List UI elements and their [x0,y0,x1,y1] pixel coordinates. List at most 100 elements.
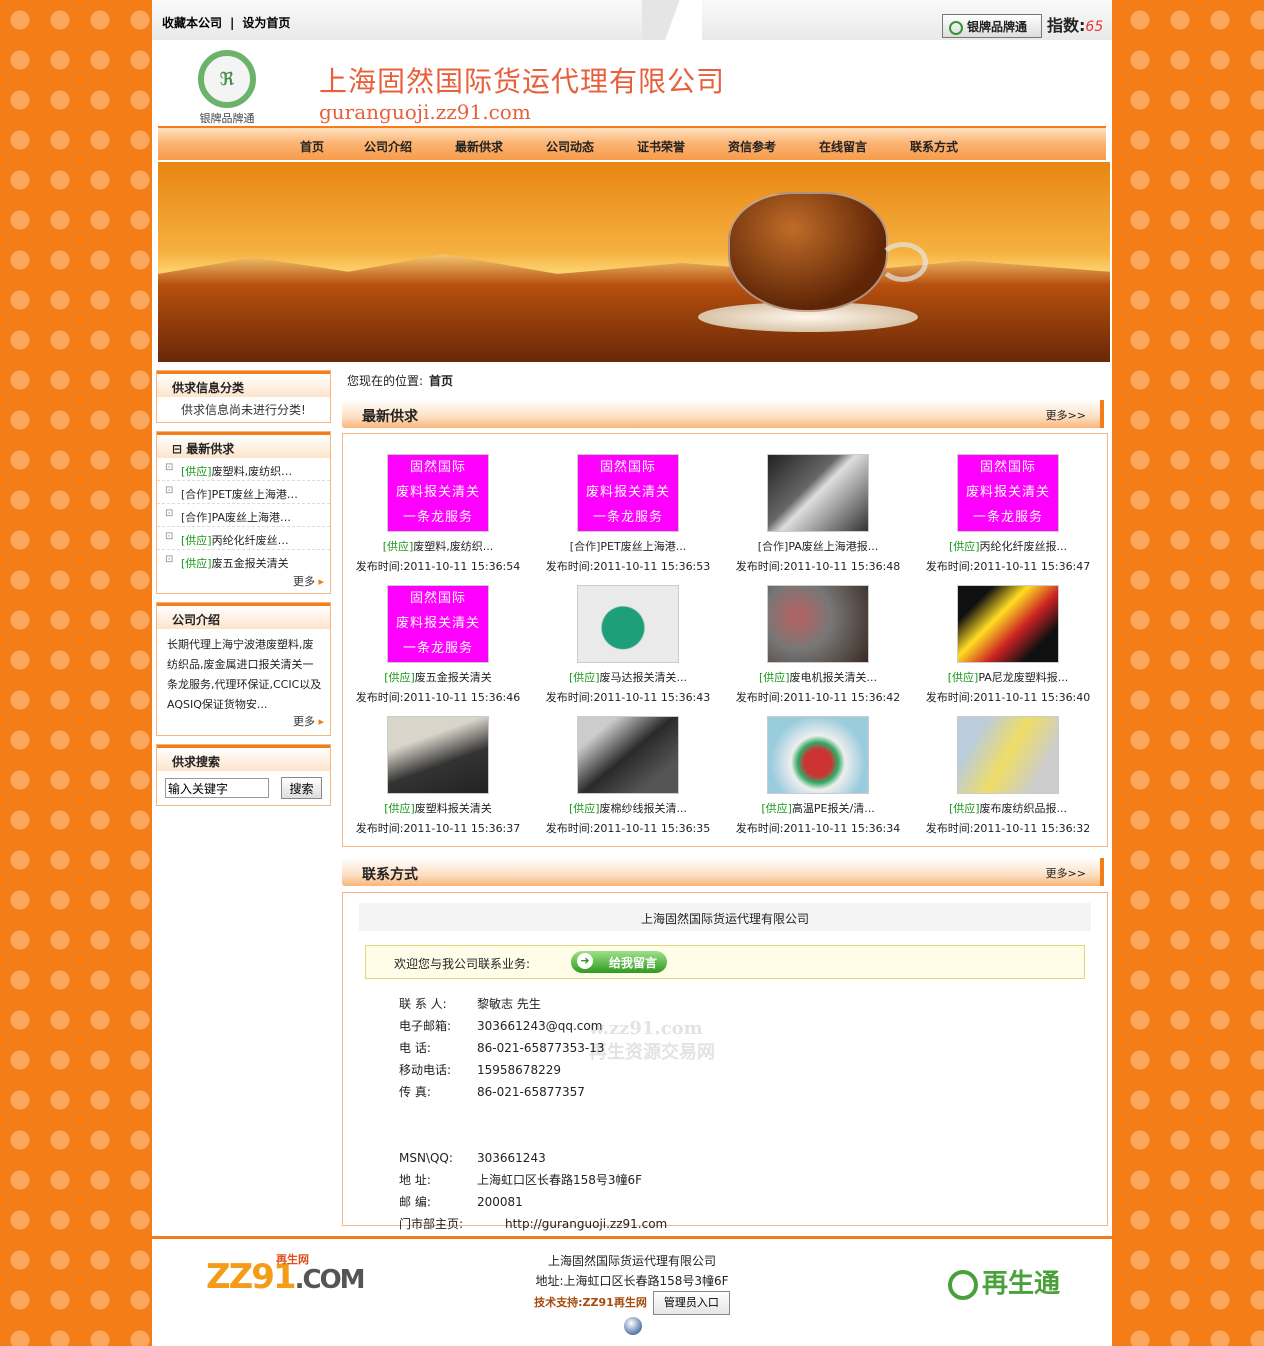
product-name[interactable]: [合作]PET废丝上海港... [533,538,723,554]
product-name[interactable]: [供应]废电机报关清关... [723,669,913,685]
intro-title: 公司介绍 [157,603,330,629]
product-thumbnail[interactable]: 固然国际 废料报关清关 一条龙服务 [957,454,1059,532]
stats-icon[interactable] [624,1317,642,1335]
contact-row: 传 真: 86-021-65877357 [399,1081,667,1103]
contact-row: 门市部主页: http://guranguoji.zz91.com [399,1213,667,1235]
latest-list: [供应]废塑料,废纺织… [合作]PET废丝上海港… [合作]PA废丝上海港… … [157,458,330,573]
product-thumbnail[interactable] [767,585,869,663]
product-name[interactable]: [供应]废塑料,废纺织... [343,538,533,554]
contact-row: 电 话: 86-021-65877353-13 [399,1037,667,1059]
product-name[interactable]: [供应]PA尼龙废塑料报... [913,669,1103,685]
index-label: 指数: [1047,16,1086,35]
admin-login-button[interactable]: 管理员入口 [652,1291,730,1315]
product-card[interactable]: 固然国际 废料报关清关 一条龙服务 [供应]废五金报关清关 发布时间:2011-10-1… [343,585,533,705]
product-name[interactable]: [供应]废马达报关清关... [533,669,723,685]
product-name[interactable]: [供应]废棉纱线报关清... [533,800,723,816]
thumbnail-text: 固然国际 [599,460,656,475]
contact-label [399,1103,477,1125]
product-card[interactable]: 固然国际 废料报关清关 一条龙服务 [供应]废塑料,废纺织... 发布时间:2011-1… [343,454,533,574]
thumbnail-text: 废料报关清关 [395,616,480,631]
section-more-link[interactable]: 更多>> [1046,865,1086,881]
product-name[interactable]: [供应]高温PE报关/清... [723,800,913,816]
product-name[interactable]: [合作]PA废丝上海港报... [723,538,913,554]
product-card[interactable]: 固然国际 废料报关清关 一条龙服务 [合作]PET废丝上海港... 发布时间:2011-… [533,454,723,574]
product-card[interactable]: [供应]PA尼龙废塑料报... 发布时间:2011-10-11 15:36:40 [913,585,1103,705]
product-thumbnail[interactable]: 固然国际 废料报关清关 一条龙服务 [387,454,489,532]
contact-value[interactable]: 303661243@qq.com [477,1015,602,1037]
latest-more-link[interactable]: 更多 [157,573,330,593]
silver-brand-badge[interactable]: 银牌品牌通 [942,14,1042,38]
time-label: 发布时间: [355,691,404,704]
latest-item[interactable]: [供应]废塑料,废纺织… [157,458,330,481]
product-name[interactable]: [供应]废五金报关清关 [343,669,533,685]
thumbnail-text: 固然国际 [409,591,466,606]
product-thumbnail[interactable] [577,585,679,663]
latest-item[interactable]: [供应]丙纶化纤废丝… [157,527,330,550]
zz91-logo[interactable]: 再生网 ZZ91.COM [206,1253,366,1297]
product-title: 废布废纺织品报... [979,802,1068,815]
product-name[interactable]: [供应]废塑料报关清关 [343,800,533,816]
product-card[interactable]: [供应]高温PE报关/清... 发布时间:2011-10-11 15:36:34 [723,716,913,836]
favorite-link[interactable]: 收藏本公司 [162,16,222,30]
product-card[interactable]: [供应]废布废纺织品报... 发布时间:2011-10-11 15:36:32 [913,716,1103,836]
contact-label: 地 址: [399,1173,431,1187]
product-title: 废棉纱线报关清... [599,802,688,815]
nav-supply[interactable]: 最新供求 [455,138,503,155]
search-button[interactable]: 搜索 [281,777,322,799]
product-thumbnail[interactable] [577,716,679,794]
product-card[interactable]: [供应]废马达报关清关... 发布时间:2011-10-11 15:36:43 [533,585,723,705]
nav-contact[interactable]: 联系方式 [910,138,958,155]
contact-row: 移动电话: 15958678229 [399,1059,667,1081]
product-tag: [供应] [384,671,415,684]
time-value: 2011-10-11 15:36:32 [973,822,1091,835]
contact-label: 移动电话: [399,1063,452,1077]
section-more-link[interactable]: 更多>> [1046,407,1086,423]
thumbnail-text: 一条龙服务 [402,510,473,525]
search-form: 搜索 [157,771,330,805]
product-thumbnail[interactable] [767,454,869,532]
thumbnail-text: 废料报关清关 [585,485,670,500]
item-text: PET废丝上海港… [211,488,298,501]
contact-label: 门市部主页: [399,1217,464,1231]
product-card[interactable]: [合作]PA废丝上海港报... 发布时间:2011-10-11 15:36:48 [723,454,913,574]
search-input[interactable] [165,778,269,798]
latest-item[interactable]: [供应]废五金报关清关 [157,550,330,573]
product-thumbnail[interactable] [957,585,1059,663]
breadcrumb-current[interactable]: 首页 [429,374,453,388]
product-thumbnail[interactable] [957,716,1059,794]
product-thumbnail[interactable]: 固然国际 废料报关清关 一条龙服务 [577,454,679,532]
contact-value: 200081 [477,1195,523,1209]
product-card[interactable]: [供应]废塑料报关清关 发布时间:2011-10-11 15:36:37 [343,716,533,836]
homepage-link[interactable]: 设为首页 [242,16,290,30]
contact-company: 上海固然国际货运代理有限公司 [359,903,1091,931]
contact-label: 邮 编: [399,1195,431,1209]
nav-certificates[interactable]: 证书荣誉 [637,138,685,155]
product-card[interactable]: [供应]废电机报关清关... 发布时间:2011-10-11 15:36:42 [723,585,913,705]
product-thumbnail[interactable] [767,716,869,794]
brand-icon [949,20,963,35]
search-box: 供求搜索 搜索 [156,744,331,806]
product-tag: [供应] [758,671,790,684]
product-card[interactable]: [供应]废棉纱线报关清... 发布时间:2011-10-11 15:36:35 [533,716,723,836]
product-tag: [供应] [761,802,792,815]
product-name[interactable]: [供应]废布废纺织品报... [913,800,1103,816]
contact-value[interactable]: http://guranguoji.zz91.com [505,1213,667,1235]
contact-section-header: 联系方式 更多>> [342,858,1104,886]
nav-about[interactable]: 公司介绍 [364,138,412,155]
latest-item[interactable]: [合作]PA废丝上海港… [157,504,330,527]
product-card[interactable]: 固然国际 废料报关清关 一条龙服务 [供应]丙纶化纤废丝报... 发布时间:2011-1… [913,454,1103,574]
product-thumbnail[interactable] [387,716,489,794]
zaishengtong-logo: 再生通 [948,1263,1060,1300]
tech-support-link[interactable]: 技术支持:ZZ91再生网 [534,1296,647,1309]
nav-news[interactable]: 公司动态 [546,138,594,155]
nav-credit[interactable]: 资信参考 [728,138,776,155]
leave-message-button[interactable]: 给我留言 [571,951,667,973]
nav-home[interactable]: 首页 [300,138,324,155]
product-thumbnail[interactable]: 固然国际 废料报关清关 一条龙服务 [387,585,489,663]
latest-item[interactable]: [合作]PET废丝上海港… [157,481,330,504]
publish-time: 发布时间:2011-10-11 15:36:46 [343,689,533,705]
product-name[interactable]: [供应]丙纶化纤废丝报... [913,538,1103,554]
intro-more-link[interactable]: 更多 [157,709,330,735]
nav-message[interactable]: 在线留言 [819,138,867,155]
publish-time: 发布时间:2011-10-11 15:36:35 [533,820,723,836]
